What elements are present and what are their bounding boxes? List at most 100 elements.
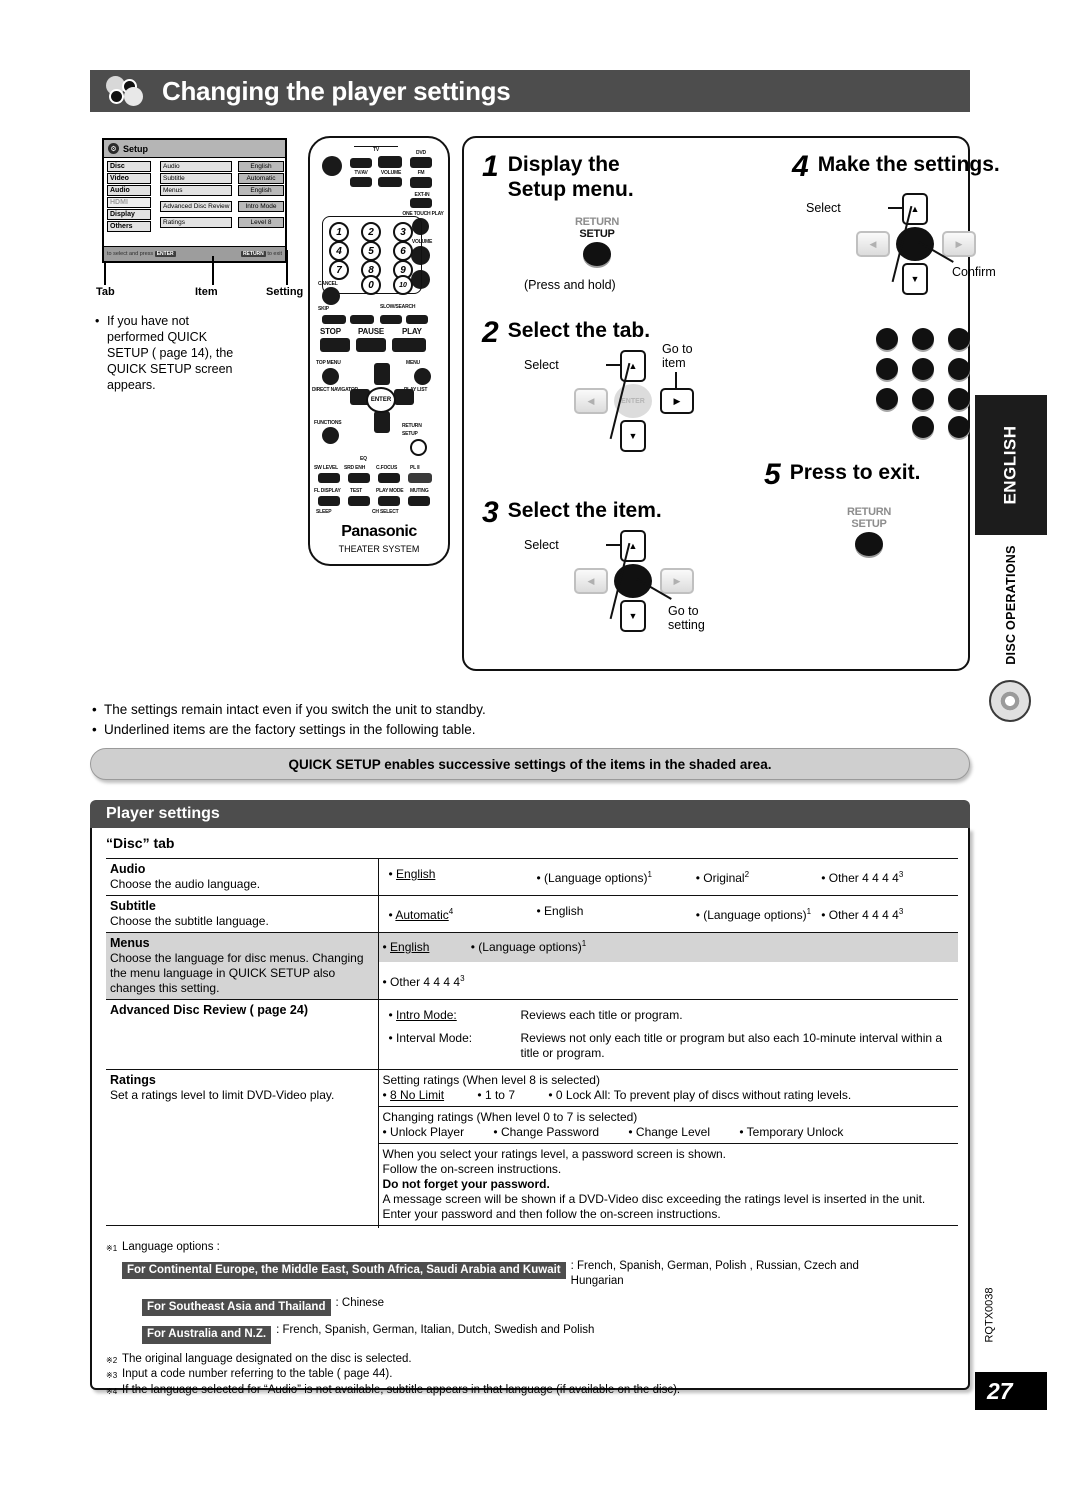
subtitle-option-3[interactable]: Other 4 4 4 4 (829, 908, 899, 922)
number-2-button[interactable]: 2 (361, 222, 381, 242)
number-10-button[interactable]: 10 (393, 275, 413, 295)
subtitle-option-2[interactable]: (Language options) (703, 908, 806, 922)
osd-setting-subtitle[interactable]: Automatic (238, 173, 284, 184)
ratings-b2-option-0[interactable]: Unlock Player (390, 1125, 464, 1139)
number-4-button[interactable]: 4 (329, 241, 349, 261)
fl-display-button[interactable] (318, 496, 340, 506)
volume-down-button[interactable] (378, 177, 402, 187)
menus-option-1[interactable]: (Language options) (478, 940, 581, 954)
muting-button[interactable] (408, 496, 430, 506)
test-button[interactable] (348, 496, 370, 506)
functions-button[interactable] (322, 427, 339, 444)
ratings-b2-option-3[interactable]: Temporary Unlock (747, 1125, 844, 1139)
keypad-dot-10[interactable] (948, 416, 970, 438)
skip-back-button[interactable] (322, 315, 346, 324)
osd-item-subtitle[interactable]: Subtitle (160, 173, 232, 184)
audio-option-1[interactable]: (Language options) (544, 871, 647, 885)
number-0-button[interactable]: 0 (361, 275, 381, 295)
osd-item-menus[interactable]: Menus (160, 185, 232, 196)
skip-forward-button[interactable] (350, 315, 374, 324)
enter-button[interactable]: ENTER (366, 387, 396, 413)
keypad-dot-8[interactable] (912, 388, 934, 410)
step-4-left-button[interactable]: ◀ (856, 231, 890, 257)
ratings-b2-option-2[interactable]: Change Level (636, 1125, 710, 1139)
subtitle-option-0[interactable]: Automatic (395, 908, 448, 922)
menus-option-0[interactable]: English (390, 940, 429, 954)
step-5-setup-button[interactable] (855, 532, 883, 556)
osd-setting-menus[interactable]: English (238, 185, 284, 196)
fm-button[interactable] (410, 177, 432, 188)
c-focus-button[interactable] (378, 473, 400, 483)
osd-tab-audio[interactable]: Audio (107, 185, 151, 196)
osd-tab-display[interactable]: Display (107, 209, 151, 220)
number-1-button[interactable]: 1 (329, 222, 349, 242)
dpad-up-button[interactable] (374, 363, 390, 385)
keypad-dot-6[interactable] (948, 358, 970, 380)
ext-in-button[interactable] (410, 198, 432, 208)
number-5-button[interactable]: 5 (361, 241, 381, 261)
ratings-b1-option-1[interactable]: 1 to 7 (485, 1088, 515, 1102)
tv-av-button[interactable] (350, 177, 372, 187)
step-2-right-button[interactable]: ▶ (660, 388, 694, 414)
advanced-option-0-label[interactable]: Intro Mode: (396, 1008, 457, 1022)
advanced-option-1-label[interactable]: Interval Mode: (396, 1031, 472, 1045)
osd-setting-ratings[interactable]: Level 8 (238, 217, 284, 228)
osd-setting-audio[interactable]: English (238, 161, 284, 172)
step-3-left-button[interactable]: ◀ (574, 568, 608, 594)
keypad-dot-1[interactable] (876, 328, 898, 350)
step-3-right-button[interactable]: ▶ (660, 568, 694, 594)
subtitle-option-1[interactable]: English (544, 904, 583, 918)
dvd-button[interactable] (410, 157, 432, 168)
audio-option-0[interactable]: English (396, 867, 435, 881)
top-menu-button[interactable] (322, 368, 339, 385)
number-6-button[interactable]: 6 (393, 241, 413, 261)
slow-search-back-button[interactable] (380, 315, 402, 324)
osd-tab-video[interactable]: Video (107, 173, 151, 184)
return-setup-button[interactable] (410, 439, 427, 456)
osd-tab-hdmi[interactable]: HDMI (107, 197, 151, 208)
step-2-down-button[interactable]: ▼ (620, 420, 646, 452)
step-4-right-button[interactable]: ▶ (942, 231, 976, 257)
ratings-b2-option-1[interactable]: Change Password (501, 1125, 599, 1139)
stop-button[interactable] (320, 338, 350, 352)
number-3-button[interactable]: 3 (393, 222, 413, 242)
step-1-setup-button[interactable] (583, 242, 611, 266)
keypad-dot-5[interactable] (912, 358, 934, 380)
osd-setting-advanced[interactable]: Intro Mode (238, 201, 284, 212)
pl2-button[interactable] (408, 473, 432, 483)
step-1-setup-label: SETUP (579, 228, 615, 240)
keypad-dot-2[interactable] (912, 328, 934, 350)
play-button[interactable] (392, 338, 426, 352)
pause-button[interactable] (356, 338, 386, 352)
tv-power-button[interactable] (350, 158, 372, 168)
number-7-button[interactable]: 7 (329, 260, 349, 280)
play-mode-button[interactable] (378, 496, 400, 506)
keypad-dot-0[interactable] (912, 416, 934, 438)
sw-level-button[interactable] (318, 473, 340, 483)
osd-item-advanced-disc-review[interactable]: Advanced Disc Review (160, 201, 232, 212)
osd-item-ratings[interactable]: Ratings (160, 217, 232, 228)
keypad-dot-4[interactable] (876, 358, 898, 380)
ratings-b1-option-2[interactable]: 0 Lock All: To prevent play of discs wit… (556, 1088, 851, 1102)
srd-enh-button[interactable] (348, 473, 370, 483)
step-3-down-button[interactable]: ▼ (620, 600, 646, 632)
step-4-down-button[interactable]: ▼ (902, 263, 928, 295)
power-button[interactable] (322, 156, 342, 176)
keypad-dot-9[interactable] (948, 388, 970, 410)
cancel-button[interactable] (322, 287, 340, 305)
dpad-right-button[interactable] (394, 389, 414, 405)
volume-up-button[interactable] (378, 156, 402, 168)
keypad-dot-3[interactable] (948, 328, 970, 350)
ratings-b1-option-0[interactable]: 8 No Limit (390, 1088, 444, 1102)
keypad-dot-7[interactable] (876, 388, 898, 410)
osd-item-audio[interactable]: Audio (160, 161, 232, 172)
dpad-down-button[interactable] (374, 411, 390, 433)
osd-tab-disc[interactable]: Disc (107, 161, 151, 172)
slow-search-forward-button[interactable] (406, 315, 428, 324)
audio-option-3[interactable]: Other 4 4 4 4 (829, 871, 899, 885)
audio-option-2[interactable]: Original (703, 871, 744, 885)
step-2-left-button[interactable]: ◀ (574, 388, 608, 414)
osd-tab-others[interactable]: Others (107, 221, 151, 232)
menu-button[interactable] (414, 368, 431, 385)
menus-option-other[interactable]: Other 4 4 4 4 (390, 975, 460, 989)
